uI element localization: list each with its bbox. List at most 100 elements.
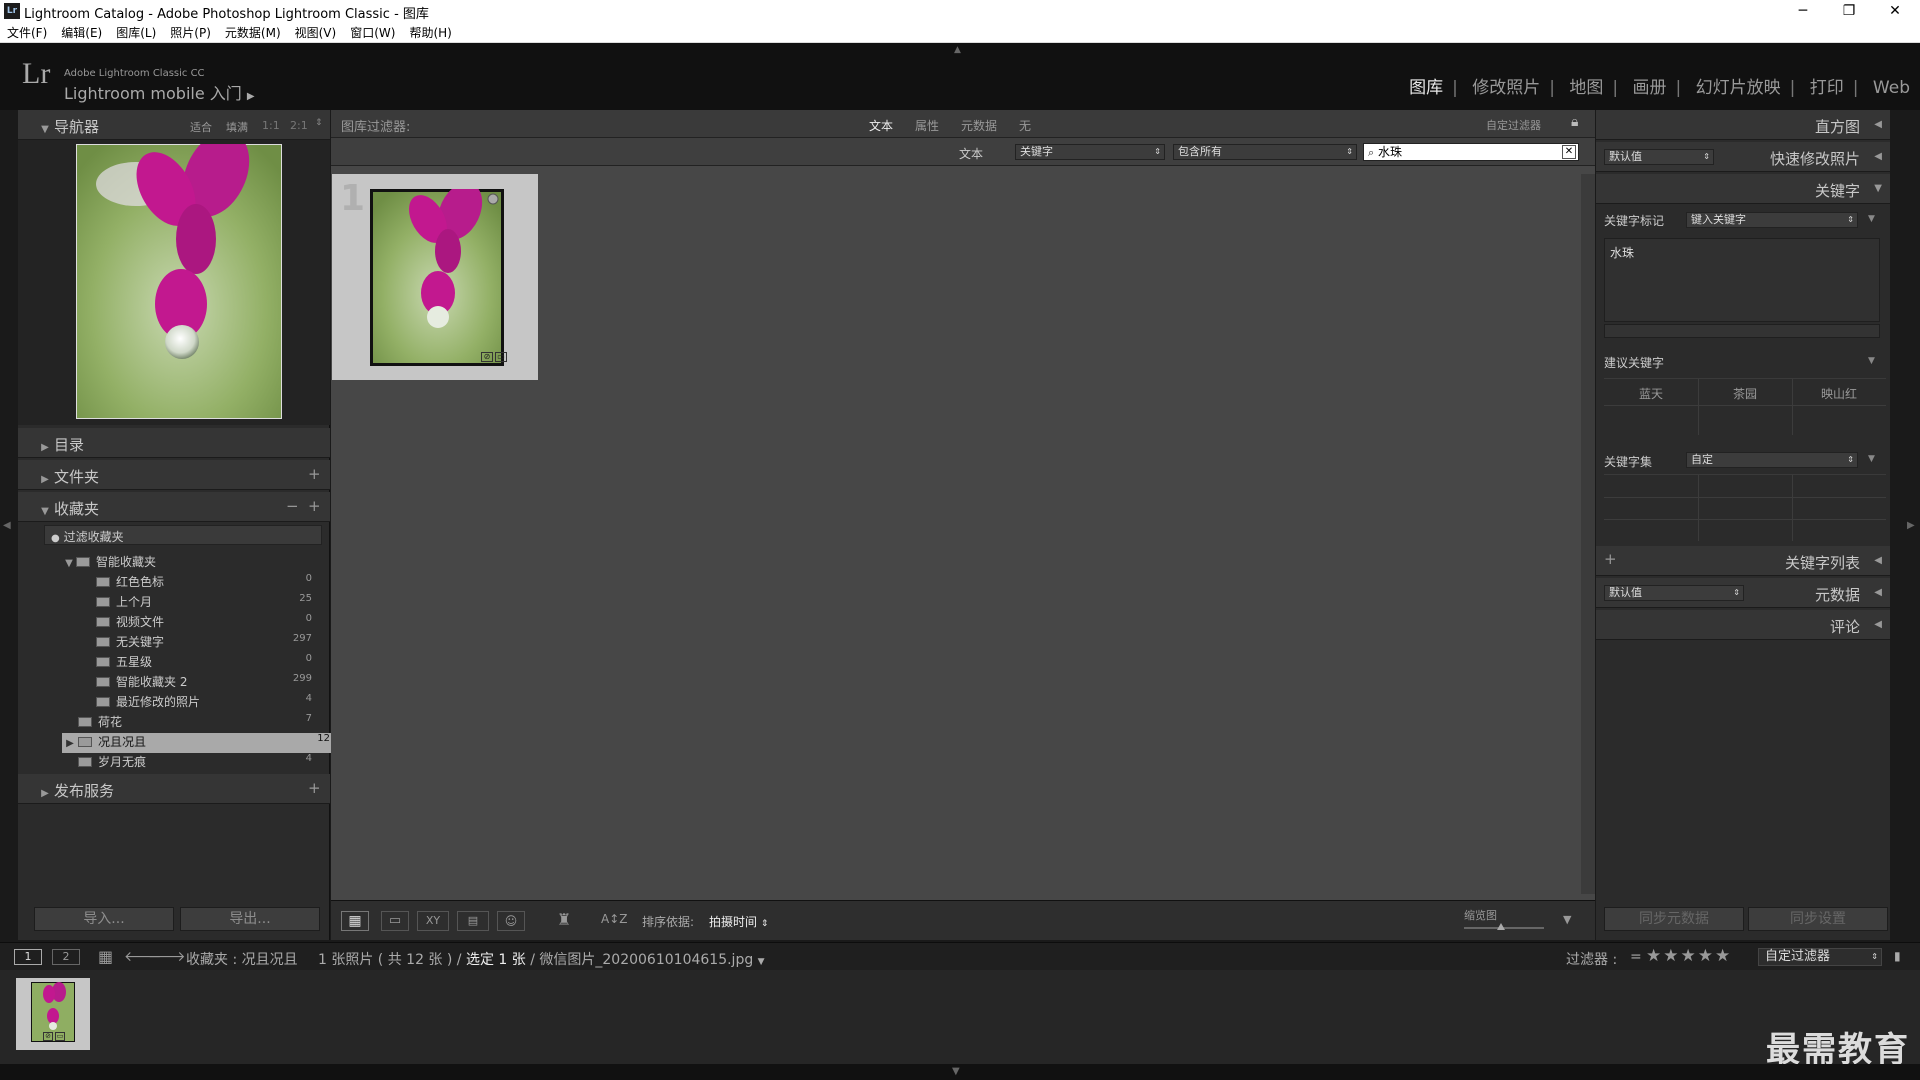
collections-header[interactable]: ▼ 收藏夹 − + (18, 492, 330, 522)
grid-cell[interactable]: 1 ⊘ ▭ (332, 174, 538, 380)
smart-collection-item[interactable]: 智能收藏夹 2 299 (96, 673, 324, 693)
keyword-text-area[interactable]: 水珠 (1604, 238, 1880, 322)
collection-item[interactable]: 岁月无痕 4 (78, 753, 324, 773)
grid-scrollbar[interactable] (1581, 174, 1595, 894)
right-panel-toggle-icon[interactable]: ▶ (1907, 520, 1915, 531)
source-label[interactable]: 收藏夹 : 况且况且 (186, 949, 298, 969)
people-view-icon[interactable]: ☺ (497, 911, 525, 931)
left-panel-toggle-icon[interactable]: ◀ (3, 520, 11, 531)
quick-develop-header[interactable]: 默认值 ⇕ 快速修改照片 ◀ (1596, 142, 1890, 172)
suggested-keyword[interactable]: 蓝天 (1604, 385, 1698, 402)
add-folder-icon[interactable]: + (308, 465, 321, 483)
mobile-link[interactable]: Lightroom mobile 入门 ▶ (64, 80, 255, 104)
rating-stars-filter[interactable]: ★★★★★ (1646, 946, 1732, 966)
clear-search-icon[interactable]: ✕ (1562, 145, 1576, 159)
module-develop[interactable]: 修改照片 (1472, 73, 1540, 98)
smart-collection-item[interactable]: 无关键字 297 (96, 633, 324, 653)
navigator-header[interactable]: ▼ 导航器 适合 填满 1:1 2:1 ⇕ (18, 110, 330, 140)
keyword-list-header[interactable]: + 关键字列表 ◀ (1596, 546, 1890, 576)
keyword-set-triangle-icon[interactable]: ▼ (1868, 454, 1875, 464)
navigator-preview[interactable] (18, 140, 330, 425)
collection-filter-input[interactable]: ● 过滤收藏夹 (44, 525, 322, 545)
module-book[interactable]: 画册 (1633, 73, 1667, 98)
menu-photo[interactable]: 照片(P) (163, 22, 218, 41)
keyword-tags-triangle-icon[interactable]: ▼ (1868, 214, 1875, 224)
module-web[interactable]: Web (1873, 78, 1910, 98)
folders-header[interactable]: ▶ 文件夹 + (18, 460, 330, 490)
sync-metadata-button[interactable]: 同步元数据 (1604, 907, 1744, 931)
menu-file[interactable]: 文件(F) (0, 22, 54, 41)
filter-tab-none[interactable]: 无 (1019, 117, 1031, 134)
search-target-dropdown[interactable]: 关键字 ⇕ (1015, 144, 1165, 160)
sync-settings-button[interactable]: 同步设置 (1748, 907, 1888, 931)
forward-arrow-icon[interactable]: 🡒 (148, 948, 186, 965)
smart-collection-group[interactable]: ▼ 智能收藏夹 (62, 553, 324, 573)
smart-collection-item[interactable]: 五星级 0 (96, 653, 324, 673)
menu-help[interactable]: 帮助(H) (402, 22, 458, 41)
remove-collection-icon[interactable]: − (286, 497, 299, 515)
close-icon[interactable]: ✕ (1872, 0, 1918, 22)
publish-services-header[interactable]: ▶ 发布服务 + (18, 774, 330, 804)
zoom-fit[interactable]: 适合 (190, 119, 212, 135)
add-keyword-icon[interactable]: + (1604, 550, 1617, 568)
suggested-keyword[interactable]: 茶园 (1698, 385, 1792, 402)
smart-collection-item[interactable]: 最近修改的照片 4 (96, 693, 324, 713)
grid-view-icon[interactable]: ▦ (341, 911, 369, 931)
collection-item-selected[interactable]: ▶ 况且况且 12 (62, 733, 336, 753)
restore-icon[interactable]: ❐ (1826, 0, 1872, 22)
menu-library[interactable]: 图库(L) (109, 22, 163, 41)
zoom-2-1[interactable]: 2:1 (290, 119, 308, 132)
module-slideshow[interactable]: 幻灯片放映 (1696, 73, 1781, 98)
custom-filter-dropdown[interactable]: 自定过滤器 (1486, 117, 1541, 133)
minimize-icon[interactable]: ─ (1780, 0, 1826, 22)
collection-item[interactable]: 荷花 7 (78, 713, 324, 733)
catalog-header[interactable]: ▶ 目录 (18, 428, 330, 458)
sort-direction-icon[interactable]: A↕Z (601, 912, 627, 926)
toolbar-menu-icon[interactable]: ▼ (1563, 913, 1571, 926)
histogram-header[interactable]: 直方图 ◀ (1596, 110, 1890, 140)
filter-equal-sign[interactable]: = (1630, 949, 1642, 965)
module-map[interactable]: 地图 (1569, 73, 1603, 98)
sort-dropdown[interactable]: 拍摄时间 ⇕ (709, 913, 768, 930)
smart-collection-item[interactable]: 上个月 25 (96, 593, 324, 613)
top-panel-toggle-icon[interactable]: ▲ (954, 45, 961, 55)
keyword-entry-field[interactable] (1604, 324, 1880, 338)
filter-tab-text[interactable]: 文本 (869, 117, 893, 134)
saved-preset-dropdown[interactable]: 默认值 ⇕ (1604, 149, 1714, 165)
zoom-1-1[interactable]: 1:1 (262, 119, 280, 132)
search-input[interactable]: ⌕ 水珠 ✕ (1363, 143, 1579, 161)
suggested-keyword[interactable]: 映山红 (1792, 385, 1886, 402)
smart-collection-item[interactable]: 红色色标 0 (96, 573, 324, 593)
search-rule-dropdown[interactable]: 包含所有 ⇕ (1173, 144, 1357, 160)
menu-view[interactable]: 视图(V) (288, 22, 344, 41)
add-publish-icon[interactable]: + (308, 779, 321, 797)
export-button[interactable]: 导出... (180, 907, 320, 931)
menu-window[interactable]: 窗口(W) (343, 22, 402, 41)
keywording-header[interactable]: 关键字 ▼ (1596, 174, 1890, 204)
compare-view-icon[interactable]: XY (417, 911, 449, 931)
filter-tab-metadata[interactable]: 元数据 (961, 117, 997, 134)
module-library[interactable]: 图库 (1409, 73, 1443, 98)
suggestions-triangle-icon[interactable]: ▼ (1868, 356, 1875, 366)
smart-collection-item[interactable]: 视频文件 0 (96, 613, 324, 633)
module-print[interactable]: 打印 (1810, 73, 1844, 98)
second-window-button[interactable]: 2 (52, 949, 80, 965)
main-window-button[interactable]: 1 (14, 949, 42, 965)
menu-metadata[interactable]: 元数据(M) (218, 22, 288, 41)
painter-icon[interactable]: ♜ (557, 910, 571, 929)
zoom-dropdown-icon[interactable]: ⇕ (315, 118, 323, 128)
menu-edit[interactable]: 编辑(E) (54, 22, 109, 41)
slider-thumb[interactable] (1497, 923, 1505, 930)
add-collection-icon[interactable]: + (308, 497, 321, 515)
filter-lock-icon[interactable]: ▮ (1894, 949, 1901, 963)
metadata-preset-dropdown[interactable]: 默认值 ⇕ (1604, 585, 1744, 601)
loupe-view-icon[interactable]: ▭ (381, 911, 409, 931)
keyword-set-dropdown[interactable]: 自定 ⇕ (1686, 452, 1858, 468)
keyword-tags-dropdown[interactable]: 键入关键字 ⇕ (1686, 212, 1858, 228)
zoom-fill[interactable]: 填满 (226, 119, 248, 135)
filter-tab-attribute[interactable]: 属性 (915, 117, 939, 134)
grid-view-icon[interactable]: ▦ (98, 947, 113, 966)
metadata-header[interactable]: 默认值 ⇕ 元数据 ◀ (1596, 578, 1890, 608)
survey-view-icon[interactable]: ▤ (457, 911, 489, 931)
filmstrip-toggle-icon[interactable]: ▼ (952, 1066, 960, 1077)
